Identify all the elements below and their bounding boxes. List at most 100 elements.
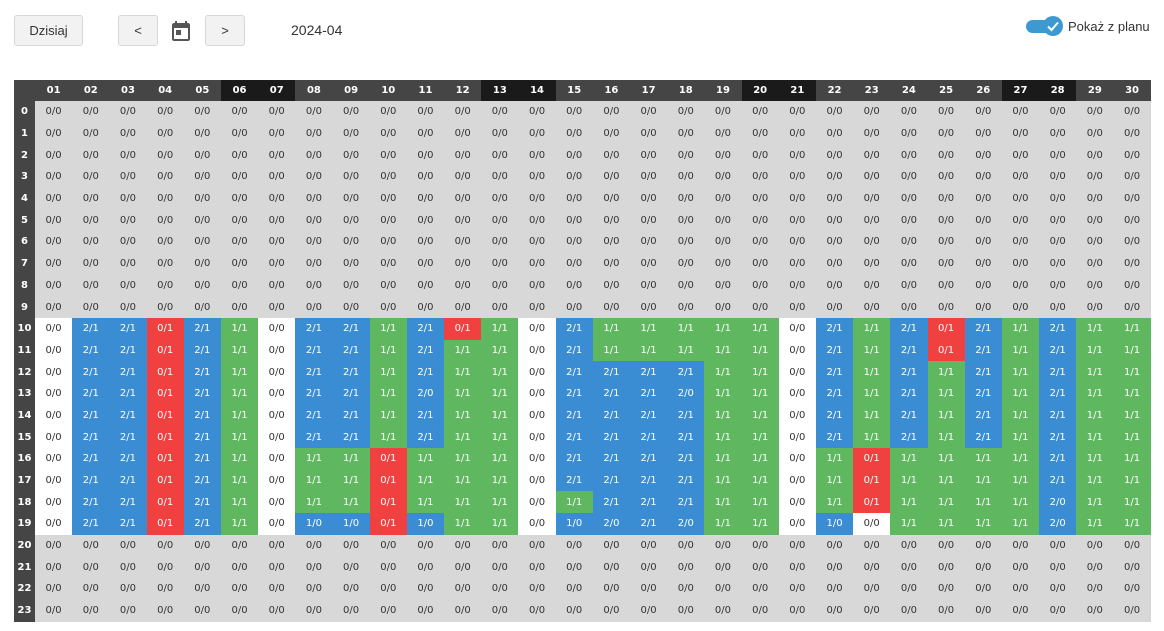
- slot-cell[interactable]: 0/0: [704, 296, 742, 318]
- slot-cell[interactable]: 0/0: [220, 578, 259, 600]
- slot-cell[interactable]: 0/0: [853, 274, 891, 297]
- slot-cell[interactable]: 0/0: [220, 122, 259, 145]
- slot-cell[interactable]: 0/0: [35, 274, 73, 297]
- slot-cell[interactable]: 2/1: [555, 448, 593, 470]
- slot-cell[interactable]: 0/0: [741, 599, 779, 622]
- slot-cell[interactable]: 0/0: [890, 209, 928, 232]
- slot-cell[interactable]: 1/1: [1001, 513, 1040, 535]
- slot-cell[interactable]: 0/0: [1076, 231, 1114, 253]
- slot-cell[interactable]: 1/1: [481, 448, 519, 470]
- slot-cell[interactable]: 0/0: [220, 556, 259, 579]
- slot-cell[interactable]: 0/0: [592, 231, 630, 253]
- slot-cell[interactable]: 1/1: [1076, 513, 1114, 535]
- slot-cell[interactable]: 1/1: [1113, 426, 1151, 448]
- slot-cell[interactable]: 0/0: [778, 296, 816, 318]
- slot-cell[interactable]: 2/1: [592, 404, 630, 427]
- slot-cell[interactable]: 1/1: [704, 469, 742, 492]
- slot-cell[interactable]: 0/0: [815, 231, 854, 253]
- slot-cell[interactable]: 2/1: [72, 404, 110, 427]
- slot-cell[interactable]: 0/0: [481, 166, 519, 188]
- slot-cell[interactable]: 0/0: [146, 166, 184, 188]
- slot-cell[interactable]: 0/0: [72, 599, 110, 622]
- slot-cell[interactable]: 0/0: [369, 166, 407, 188]
- slot-cell[interactable]: 1/1: [1076, 448, 1114, 470]
- slot-cell[interactable]: 0/0: [778, 426, 816, 448]
- slot-cell[interactable]: 0/0: [1113, 534, 1151, 557]
- slot-cell[interactable]: 0/0: [518, 296, 556, 318]
- slot-cell[interactable]: 1/1: [481, 404, 519, 427]
- slot-cell[interactable]: 0/1: [369, 448, 407, 470]
- slot-cell[interactable]: 0/0: [35, 382, 73, 405]
- slot-cell[interactable]: 0/0: [35, 231, 73, 253]
- slot-cell[interactable]: 0/0: [1113, 187, 1151, 210]
- slot-cell[interactable]: 0/0: [778, 534, 816, 557]
- slot-cell[interactable]: 2/1: [964, 404, 1002, 427]
- slot-cell[interactable]: 0/0: [444, 599, 482, 622]
- slot-cell[interactable]: 0/0: [72, 231, 110, 253]
- slot-cell[interactable]: 0/0: [258, 599, 296, 622]
- slot-cell[interactable]: 2/1: [592, 491, 630, 514]
- slot-cell[interactable]: 2/1: [667, 426, 705, 448]
- slot-cell[interactable]: 1/1: [332, 469, 370, 492]
- slot-cell[interactable]: 0/0: [518, 339, 556, 362]
- slot-cell[interactable]: 0/0: [1039, 556, 1077, 579]
- slot-cell[interactable]: 0/0: [35, 426, 73, 448]
- slot-cell[interactable]: 1/1: [704, 448, 742, 470]
- slot-cell[interactable]: 2/1: [964, 361, 1002, 383]
- slot-cell[interactable]: 2/1: [72, 491, 110, 514]
- slot-cell[interactable]: 2/0: [1039, 513, 1077, 535]
- slot-cell[interactable]: 0/0: [183, 101, 221, 123]
- slot-cell[interactable]: 0/0: [927, 231, 965, 253]
- slot-cell[interactable]: 0/0: [741, 144, 779, 167]
- slot-cell[interactable]: 0/0: [778, 231, 816, 253]
- slot-cell[interactable]: 0/0: [183, 187, 221, 210]
- slot-cell[interactable]: 0/0: [815, 187, 854, 210]
- slot-cell[interactable]: 0/0: [35, 209, 73, 232]
- slot-cell[interactable]: 1/1: [1113, 469, 1151, 492]
- slot-cell[interactable]: 0/0: [146, 578, 184, 600]
- slot-cell[interactable]: 2/1: [406, 317, 445, 340]
- slot-cell[interactable]: 0/0: [927, 296, 965, 318]
- slot-cell[interactable]: 1/1: [927, 491, 965, 514]
- slot-cell[interactable]: 1/1: [815, 491, 854, 514]
- slot-cell[interactable]: 2/1: [667, 404, 705, 427]
- slot-cell[interactable]: 0/0: [332, 187, 370, 210]
- slot-cell[interactable]: 0/0: [964, 166, 1002, 188]
- slot-cell[interactable]: 0/0: [667, 101, 705, 123]
- slot-cell[interactable]: 0/0: [109, 252, 147, 275]
- slot-cell[interactable]: 0/0: [35, 361, 73, 383]
- slot-cell[interactable]: 0/0: [481, 274, 519, 297]
- slot-cell[interactable]: 0/1: [146, 361, 184, 383]
- slot-cell[interactable]: 0/0: [369, 209, 407, 232]
- slot-cell[interactable]: 2/1: [72, 469, 110, 492]
- slot-cell[interactable]: 0/0: [518, 599, 556, 622]
- slot-cell[interactable]: 0/0: [853, 513, 891, 535]
- slot-cell[interactable]: 0/0: [704, 252, 742, 275]
- slot-cell[interactable]: 0/0: [258, 252, 296, 275]
- slot-cell[interactable]: 0/0: [295, 122, 333, 145]
- slot-cell[interactable]: 0/0: [815, 296, 854, 318]
- slot-cell[interactable]: 0/0: [183, 274, 221, 297]
- slot-cell[interactable]: 0/0: [890, 231, 928, 253]
- slot-cell[interactable]: 2/1: [890, 317, 928, 340]
- slot-cell[interactable]: 0/0: [258, 448, 296, 470]
- slot-cell[interactable]: 1/1: [890, 469, 928, 492]
- slot-cell[interactable]: 0/0: [1039, 274, 1077, 297]
- slot-cell[interactable]: 0/0: [72, 209, 110, 232]
- slot-cell[interactable]: 0/0: [406, 101, 445, 123]
- slot-cell[interactable]: 0/0: [815, 144, 854, 167]
- slot-cell[interactable]: 2/1: [964, 426, 1002, 448]
- slot-cell[interactable]: 0/0: [890, 252, 928, 275]
- slot-cell[interactable]: 2/1: [406, 361, 445, 383]
- slot-cell[interactable]: 0/0: [890, 274, 928, 297]
- slot-cell[interactable]: 2/1: [815, 339, 854, 362]
- slot-cell[interactable]: 0/0: [35, 252, 73, 275]
- slot-cell[interactable]: 0/0: [704, 599, 742, 622]
- slot-cell[interactable]: 0/0: [1001, 556, 1040, 579]
- slot-cell[interactable]: 0/0: [667, 556, 705, 579]
- slot-cell[interactable]: 0/0: [853, 144, 891, 167]
- slot-cell[interactable]: 1/1: [332, 491, 370, 514]
- slot-cell[interactable]: 2/1: [1039, 448, 1077, 470]
- slot-cell[interactable]: 0/0: [258, 187, 296, 210]
- slot-cell[interactable]: 0/0: [481, 534, 519, 557]
